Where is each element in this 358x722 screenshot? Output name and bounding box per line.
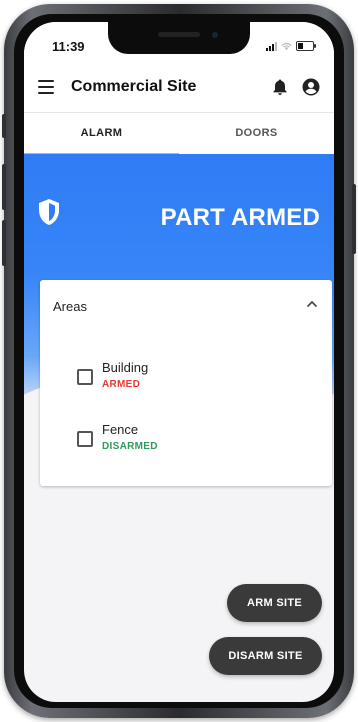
area-state-badge: DISARMED — [102, 441, 158, 452]
area-checkbox-fence[interactable] — [77, 431, 93, 447]
page-title: Commercial Site — [71, 78, 197, 95]
volume-down-button — [2, 220, 6, 266]
volume-up-button — [2, 164, 6, 210]
app-bar: Commercial Site — [24, 62, 334, 112]
phone-notch — [108, 22, 250, 54]
area-item-fence: Fence DISARMED — [77, 420, 307, 456]
cellular-signal-icon — [266, 41, 277, 51]
shield-icon — [39, 199, 59, 225]
area-checkbox-building[interactable] — [77, 369, 93, 385]
app-screen: 11:39 Commercial Site ALARM DOORS PART A… — [24, 22, 334, 702]
menu-icon[interactable] — [38, 80, 54, 94]
areas-card: Areas Building ARMED Fence DISARMED — [40, 280, 332, 486]
status-time: 11:39 — [52, 39, 85, 54]
speaker-grille — [158, 32, 200, 37]
front-camera — [212, 32, 218, 38]
wifi-icon — [281, 42, 292, 50]
chevron-up-icon[interactable] — [306, 300, 318, 308]
area-name: Fence — [102, 422, 139, 437]
arm-site-button[interactable]: ARM SITE — [227, 584, 322, 622]
status-icons — [266, 41, 316, 51]
areas-card-title: Areas — [53, 299, 87, 314]
alarm-status-text: PART ARMED — [160, 204, 320, 231]
mute-switch — [2, 114, 6, 138]
tab-alarm[interactable]: ALARM — [24, 113, 179, 155]
tab-doors[interactable]: DOORS — [179, 113, 334, 155]
tab-bar: ALARM DOORS — [24, 112, 334, 155]
power-button — [352, 184, 356, 254]
area-item-building: Building ARMED — [77, 358, 307, 394]
disarm-site-button[interactable]: DISARM SITE — [209, 637, 322, 675]
battery-icon — [296, 41, 316, 51]
bell-icon[interactable] — [272, 78, 288, 96]
area-name: Building — [102, 360, 149, 375]
area-state-badge: ARMED — [102, 379, 141, 390]
account-circle-icon[interactable] — [302, 78, 320, 96]
